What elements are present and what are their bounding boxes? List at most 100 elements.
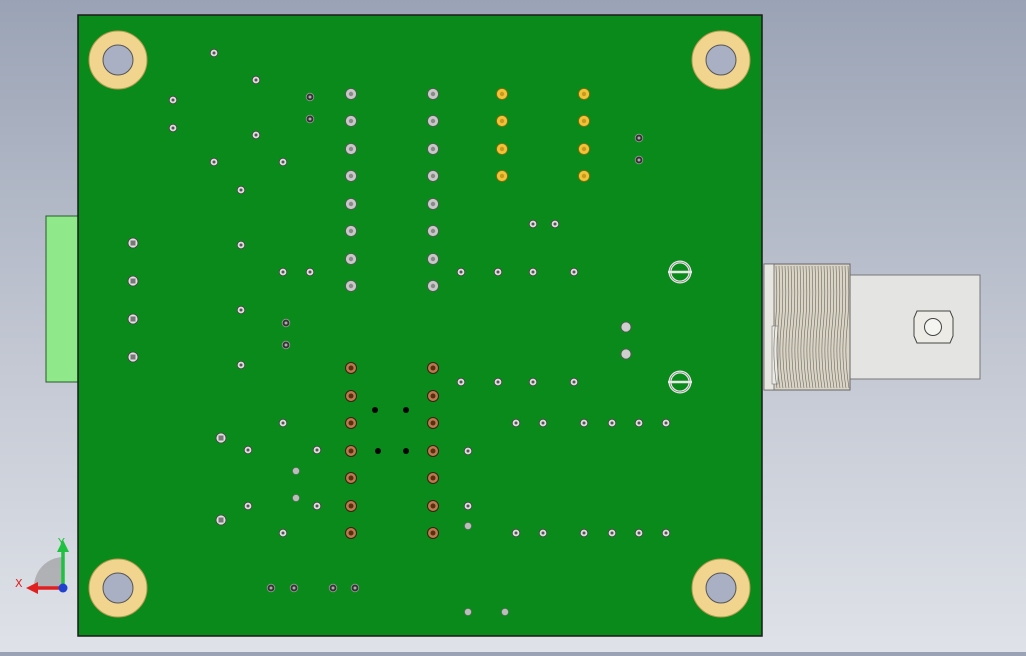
square-pad[interactable] (127, 275, 139, 287)
via[interactable] (266, 583, 276, 593)
via[interactable] (569, 377, 579, 387)
silver-pad[interactable] (427, 115, 439, 127)
via[interactable] (251, 130, 261, 140)
silver-pad[interactable] (345, 115, 357, 127)
silver-pad[interactable] (427, 88, 439, 100)
drill-hole[interactable] (375, 448, 381, 454)
via[interactable] (278, 418, 288, 428)
via[interactable] (528, 377, 538, 387)
via[interactable] (634, 528, 644, 538)
silver-pad[interactable] (427, 143, 439, 155)
bnc-center-pin[interactable] (913, 310, 954, 344)
silver-pad[interactable] (345, 88, 357, 100)
via[interactable] (243, 501, 253, 511)
cad-graphics-viewport[interactable]: Y X (0, 0, 1026, 652)
gold-pad[interactable] (578, 170, 590, 182)
via[interactable] (312, 501, 322, 511)
via[interactable] (661, 418, 671, 428)
via[interactable] (607, 528, 617, 538)
copper-pad[interactable] (427, 390, 439, 402)
via[interactable] (168, 95, 178, 105)
copper-pad[interactable] (345, 445, 357, 457)
via[interactable] (236, 360, 246, 370)
mounting-hole-bottom-right[interactable] (691, 558, 751, 618)
silver-pad[interactable] (427, 198, 439, 210)
via[interactable] (607, 418, 617, 428)
via[interactable] (236, 185, 246, 195)
copper-pad[interactable] (427, 500, 439, 512)
copper-pad[interactable] (427, 445, 439, 457)
silver-pad[interactable] (427, 253, 439, 265)
gold-pad[interactable] (578, 143, 590, 155)
silver-pad[interactable] (345, 143, 357, 155)
square-pad[interactable] (215, 432, 227, 444)
silver-pad[interactable] (427, 225, 439, 237)
via[interactable] (463, 501, 473, 511)
via[interactable] (634, 133, 644, 143)
copper-pad[interactable] (427, 362, 439, 374)
via[interactable] (464, 608, 472, 616)
copper-pad[interactable] (345, 527, 357, 539)
via[interactable] (236, 305, 246, 315)
copper-pad[interactable] (345, 390, 357, 402)
gold-pad[interactable] (496, 115, 508, 127)
mounting-hole-bottom-left[interactable] (88, 558, 148, 618)
silver-pad[interactable] (427, 170, 439, 182)
copper-pad[interactable] (427, 472, 439, 484)
via[interactable] (278, 528, 288, 538)
via[interactable] (305, 114, 315, 124)
copper-pad[interactable] (345, 500, 357, 512)
via[interactable] (634, 418, 644, 428)
via[interactable] (289, 583, 299, 593)
via[interactable] (528, 267, 538, 277)
bnc-connector[interactable] (763, 263, 981, 391)
test-point[interactable] (620, 348, 632, 360)
via[interactable] (569, 267, 579, 277)
silver-pad[interactable] (345, 253, 357, 265)
square-pad[interactable] (127, 237, 139, 249)
gold-pad[interactable] (578, 115, 590, 127)
via[interactable] (251, 75, 261, 85)
via[interactable] (456, 267, 466, 277)
via[interactable] (493, 267, 503, 277)
via[interactable] (456, 377, 466, 387)
gold-pad[interactable] (578, 88, 590, 100)
via[interactable] (511, 528, 521, 538)
silver-pad[interactable] (345, 198, 357, 210)
via[interactable] (328, 583, 338, 593)
pcb-board[interactable] (77, 14, 763, 637)
copper-pad[interactable] (345, 472, 357, 484)
via[interactable] (281, 318, 291, 328)
via[interactable] (538, 418, 548, 428)
via[interactable] (292, 494, 300, 502)
drill-hole[interactable] (372, 407, 378, 413)
silver-pad[interactable] (345, 225, 357, 237)
via[interactable] (634, 155, 644, 165)
silver-pad[interactable] (345, 170, 357, 182)
drill-hole[interactable] (403, 407, 409, 413)
mounting-hole-top-left[interactable] (88, 30, 148, 90)
via[interactable] (312, 445, 322, 455)
copper-pad[interactable] (427, 527, 439, 539)
via[interactable] (168, 123, 178, 133)
copper-pad[interactable] (345, 417, 357, 429)
test-point[interactable] (620, 321, 632, 333)
mounting-hole-top-right[interactable] (691, 30, 751, 90)
via[interactable] (305, 267, 315, 277)
via[interactable] (511, 418, 521, 428)
via[interactable] (281, 340, 291, 350)
via[interactable] (579, 418, 589, 428)
via[interactable] (528, 219, 538, 229)
silver-pad[interactable] (427, 280, 439, 292)
via[interactable] (278, 157, 288, 167)
via[interactable] (661, 528, 671, 538)
gold-pad[interactable] (496, 143, 508, 155)
drill-hole[interactable] (403, 448, 409, 454)
via[interactable] (538, 528, 548, 538)
via[interactable] (209, 157, 219, 167)
via[interactable] (305, 92, 315, 102)
square-pad[interactable] (215, 514, 227, 526)
via[interactable] (292, 467, 300, 475)
via[interactable] (243, 445, 253, 455)
via[interactable] (501, 608, 509, 616)
